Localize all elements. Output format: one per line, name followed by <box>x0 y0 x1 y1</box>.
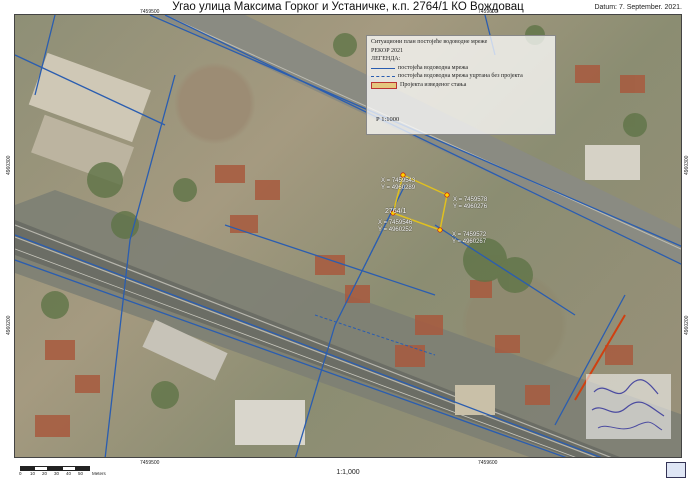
coord-bottom-1: 7459500 <box>140 460 160 466</box>
aerial-imagery <box>15 15 681 457</box>
legend-fill-icon <box>371 81 397 89</box>
coord-bottom-2: 7459600 <box>478 460 498 466</box>
parcel-point-label: X = 7459546 Y = 4960252 <box>378 220 413 233</box>
parcel-point-label: X = 7459572 Y = 4960267 <box>452 232 487 245</box>
institution-logo <box>666 462 686 478</box>
map-date: Datum: 7. September. 2021. <box>594 4 682 11</box>
legend-heading: ЛЕГЕНДА: <box>371 56 401 63</box>
legend-project-code: РЕКОР 2021 <box>371 47 404 54</box>
scale-ratio: 1:1,000 <box>336 469 360 476</box>
coord-right-1: 4960300 <box>684 155 690 175</box>
coord-left-2: 4960200 <box>6 315 12 335</box>
parcel-point-label: X = 7459543 Y = 4960289 <box>381 178 416 191</box>
legend-line-dashed-icon <box>371 76 395 78</box>
legend-item-unmapped: постојећа водоводна мрежа уцртана без пр… <box>371 72 551 81</box>
map-scale-inline: Р 1:1000 <box>376 116 400 123</box>
coord-right-2: 4960200 <box>684 315 690 335</box>
signature-stamp <box>586 374 671 439</box>
parcel-point-label: X = 7459578 Y = 4960276 <box>453 197 488 210</box>
legend-line-solid-icon <box>371 67 395 69</box>
map-frame[interactable] <box>14 14 682 458</box>
coord-left-1: 4960300 <box>6 155 12 175</box>
map-title: Угао улица Максима Горког и Устаничке, к… <box>172 1 524 13</box>
legend-subtitle: Ситуациони план постојеће водоводне мреж… <box>371 39 488 45</box>
parcel-number: 2764/1 <box>385 208 407 215</box>
legend-item-existing: постојећа водоводна мрежа <box>371 64 551 73</box>
legend-item-asbuilt: Пројекта изведеног стања <box>371 81 551 90</box>
